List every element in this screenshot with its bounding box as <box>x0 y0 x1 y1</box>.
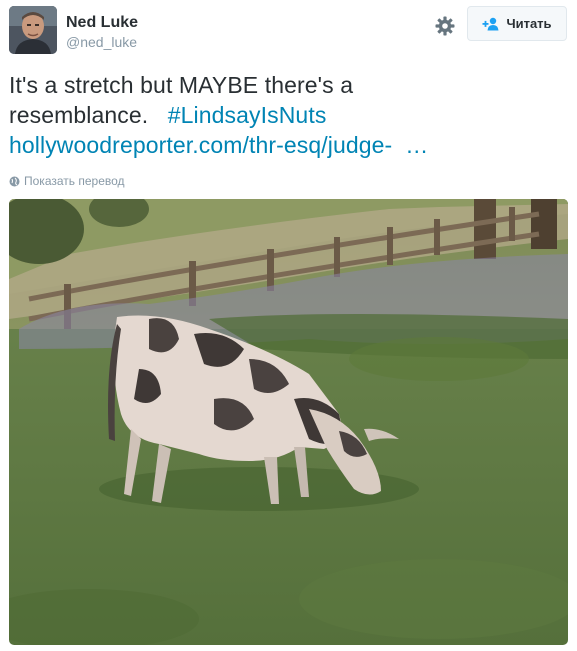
user-fullname[interactable]: Ned Luke <box>66 14 138 32</box>
globe-icon <box>9 176 20 187</box>
translate-button[interactable]: Показать перевод <box>9 174 125 188</box>
tweet-text-prefix: resemblance. <box>9 102 149 128</box>
tweet-header: Ned Luke @ned_luke Читать <box>9 6 568 56</box>
user-names: Ned Luke @ned_luke <box>66 14 138 51</box>
external-link-text: hollywoodreporter.com/thr-esq/judge- <box>9 132 393 158</box>
tweet-media-image[interactable] <box>9 199 568 645</box>
follow-button[interactable]: Читать <box>467 6 567 41</box>
avatar[interactable] <box>9 6 57 54</box>
tweet-text-line2: resemblance. #LindsayIsNuts <box>9 100 569 130</box>
hashtag-link[interactable]: #LindsayIsNuts <box>168 102 327 128</box>
tweet-link-line: hollywoodreporter.com/thr-esq/judge- … <box>9 130 569 160</box>
translate-label: Показать перевод <box>24 174 125 188</box>
follow-button-label: Читать <box>506 16 552 31</box>
tweet-text-line1: It's a stretch but MAYBE there's a <box>9 72 354 98</box>
tweet-text: It's a stretch but MAYBE there's a resem… <box>9 70 569 160</box>
gear-icon[interactable] <box>434 15 456 37</box>
link-ellipsis: … <box>405 132 429 158</box>
add-user-icon <box>482 17 500 31</box>
user-handle[interactable]: @ned_luke <box>66 33 138 51</box>
external-link[interactable]: hollywoodreporter.com/thr-esq/judge- … <box>9 132 428 158</box>
